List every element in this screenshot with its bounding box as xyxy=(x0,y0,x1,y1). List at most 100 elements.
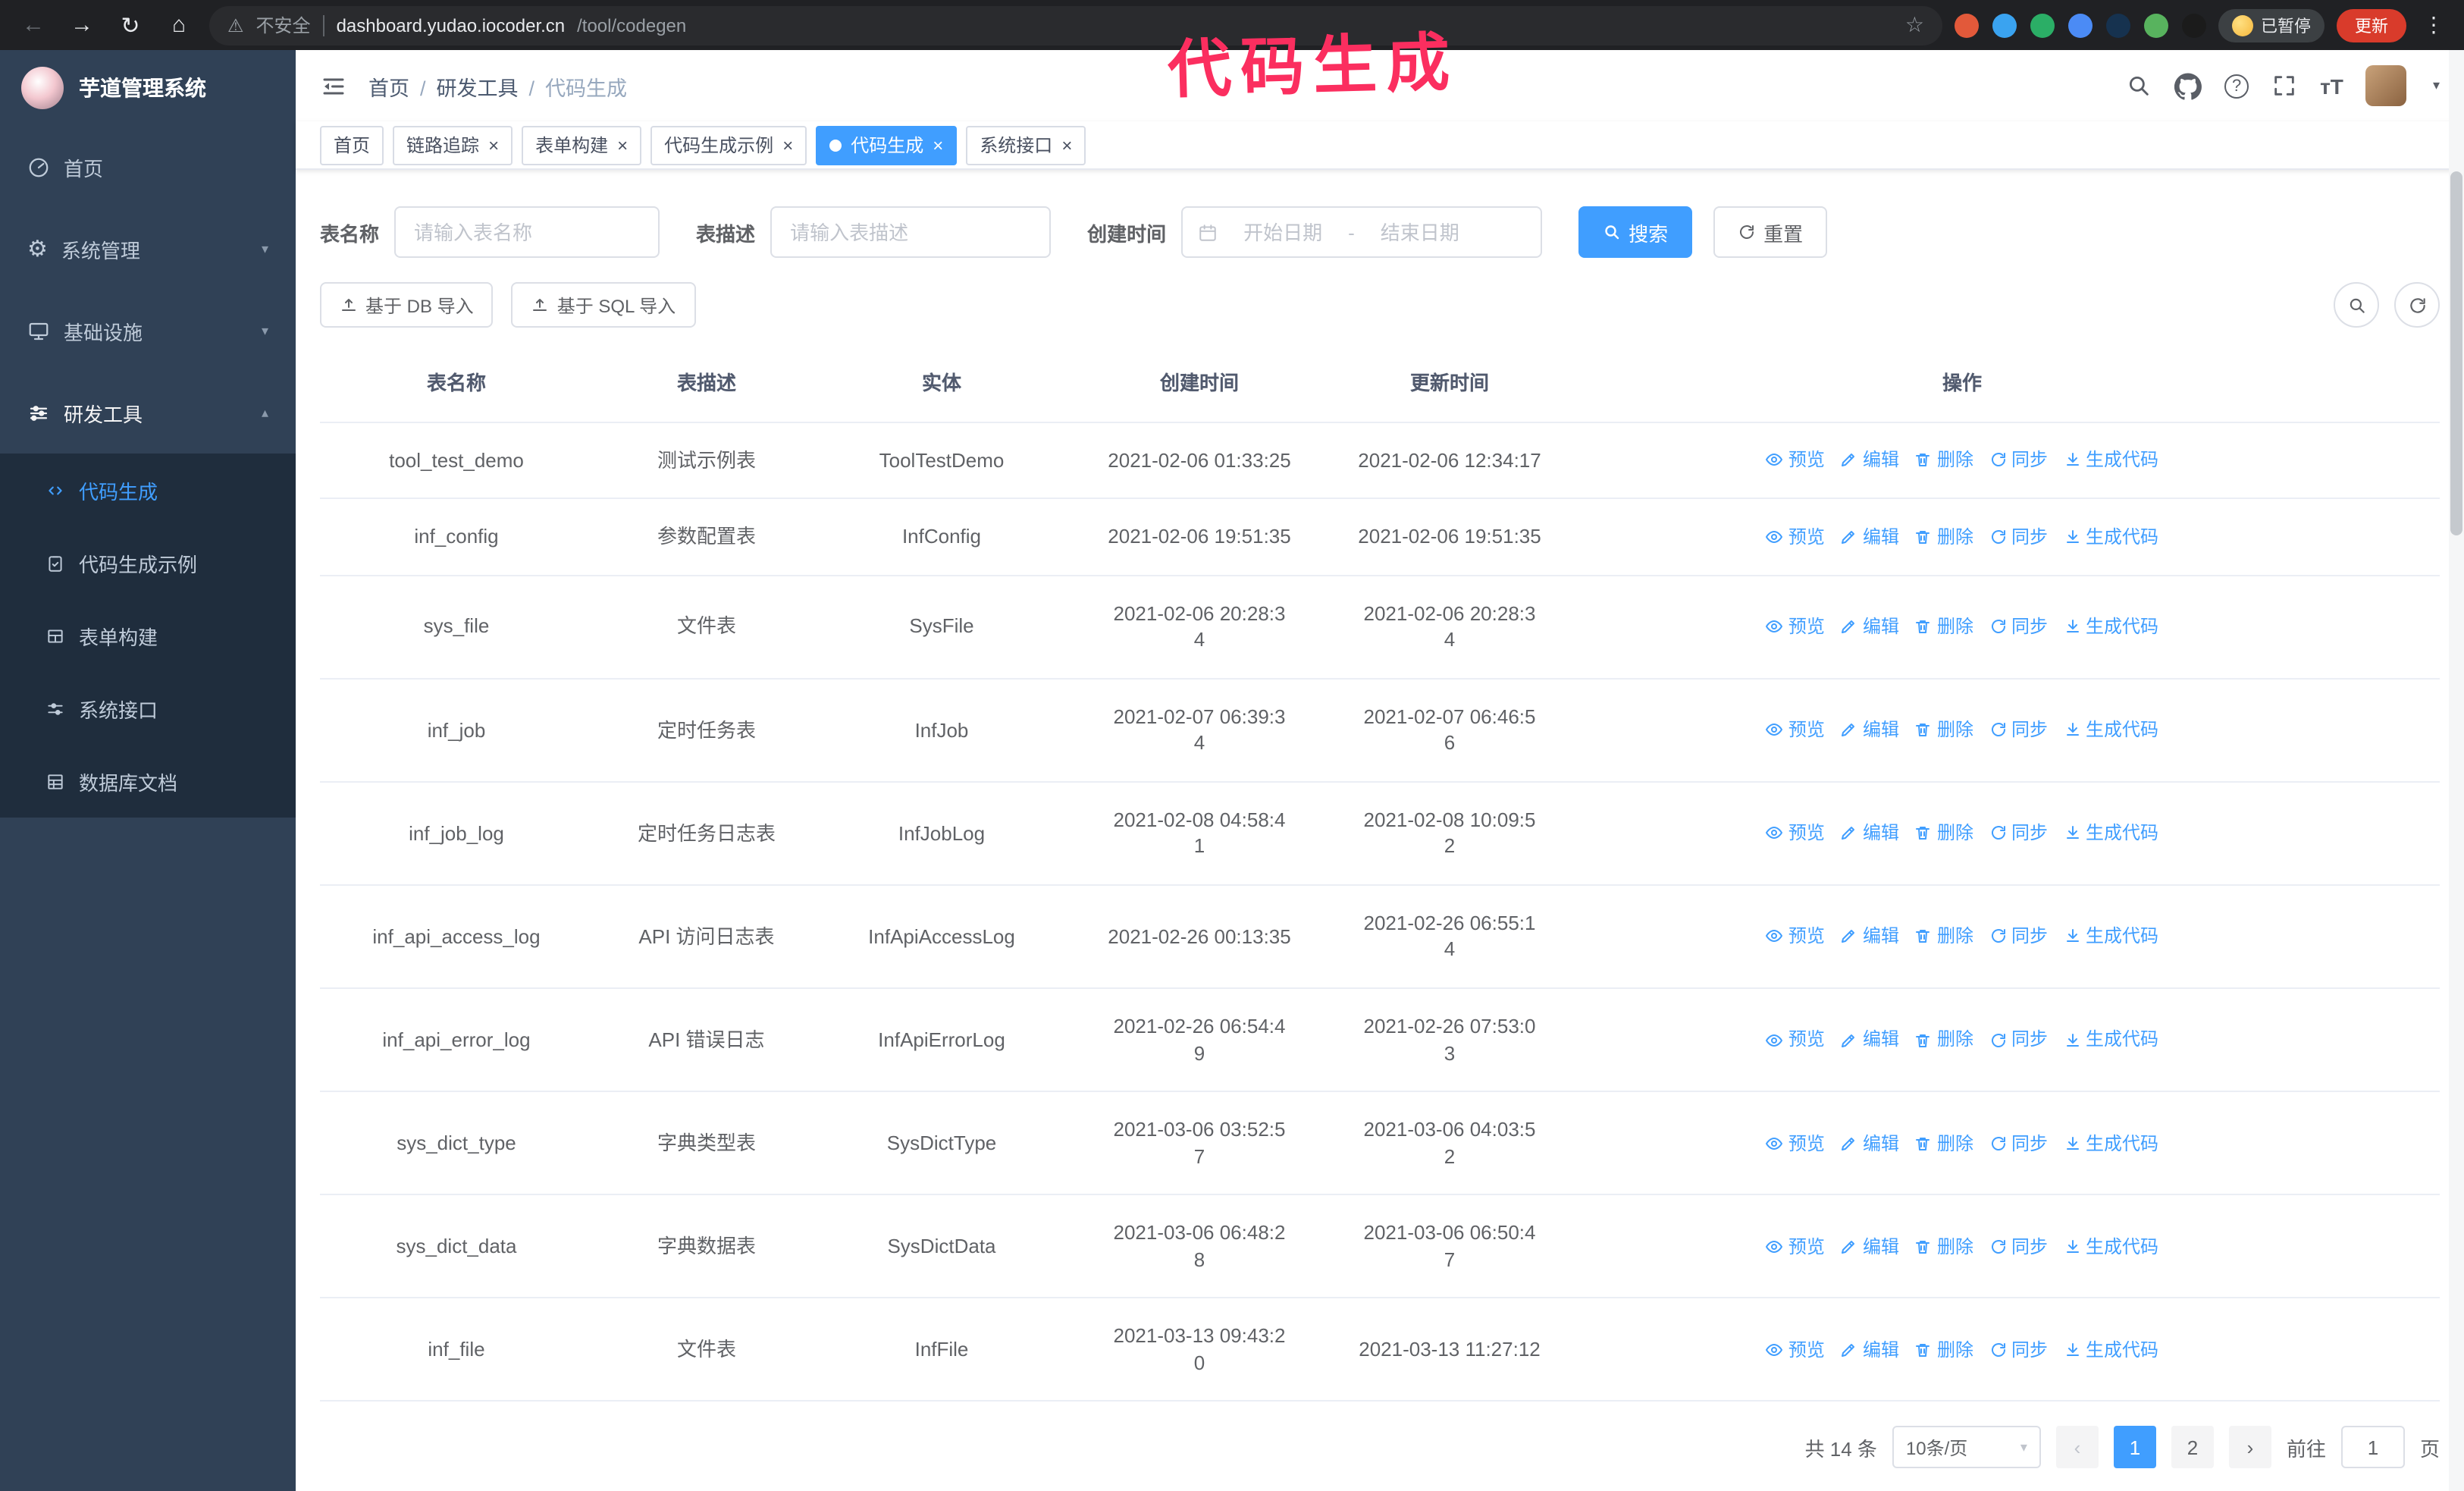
close-icon[interactable] xyxy=(1061,136,1072,154)
edit-link[interactable]: 编辑 xyxy=(1840,1234,1899,1258)
browser-forward-icon[interactable]: → xyxy=(64,7,100,43)
address-bar[interactable]: ⚠ 不安全 dashboard.yudao.iocoder.cn/tool/co… xyxy=(209,5,1942,45)
sync-link[interactable]: 同步 xyxy=(1989,717,2048,742)
generate-code-link[interactable]: 生成代码 xyxy=(2063,717,2158,742)
preview-link[interactable]: 预览 xyxy=(1766,1131,1825,1155)
import-db-button[interactable]: 基于 DB 导入 xyxy=(320,282,494,328)
preview-link[interactable]: 预览 xyxy=(1766,447,1825,472)
bookmark-star-icon[interactable]: ☆ xyxy=(1905,12,1924,38)
sync-link[interactable]: 同步 xyxy=(1989,1338,2048,1362)
preview-link[interactable]: 预览 xyxy=(1766,924,1825,949)
sidebar-item-form-builder[interactable]: 表单构建 xyxy=(0,599,296,672)
browser-reload-icon[interactable]: ↻ xyxy=(112,7,149,43)
edit-link[interactable]: 编辑 xyxy=(1840,821,1899,846)
sync-link[interactable]: 同步 xyxy=(1989,614,2048,639)
prev-page-button[interactable]: ‹ xyxy=(2055,1426,2099,1469)
extension-icon[interactable] xyxy=(2030,13,2055,37)
preview-link[interactable]: 预览 xyxy=(1766,1028,1825,1052)
sync-link[interactable]: 同步 xyxy=(1989,821,2048,846)
sidebar-item-dev-tools[interactable]: 研发工具 ▴ xyxy=(0,372,296,454)
sidebar-collapse-icon[interactable] xyxy=(320,72,347,99)
start-date-input[interactable] xyxy=(1227,209,1340,255)
browser-menu-icon[interactable]: ⋮ xyxy=(2419,12,2449,38)
sync-link[interactable]: 同步 xyxy=(1989,1234,2048,1258)
generate-code-link[interactable]: 生成代码 xyxy=(2063,1028,2158,1052)
tab-system-api[interactable]: 系统接口 xyxy=(966,125,1086,165)
search-button[interactable]: 搜索 xyxy=(1578,206,1693,258)
edit-link[interactable]: 编辑 xyxy=(1840,447,1899,472)
page-scrollbar[interactable] xyxy=(2449,50,2464,1491)
puzzle-icon[interactable] xyxy=(2182,13,2206,37)
close-icon[interactable] xyxy=(488,136,499,154)
delete-link[interactable]: 删除 xyxy=(1914,924,1973,949)
tab-home[interactable]: 首页 xyxy=(320,125,384,165)
generate-code-link[interactable]: 生成代码 xyxy=(2063,447,2158,472)
browser-update-button[interactable]: 更新 xyxy=(2337,8,2406,42)
page-size-select[interactable]: 10条/页 ▾ xyxy=(1892,1426,2041,1469)
sync-link[interactable]: 同步 xyxy=(1989,525,2048,549)
delete-link[interactable]: 删除 xyxy=(1914,1338,1973,1362)
edit-link[interactable]: 编辑 xyxy=(1840,1131,1899,1155)
close-icon[interactable] xyxy=(782,136,793,154)
close-icon[interactable] xyxy=(617,136,628,154)
generate-code-link[interactable]: 生成代码 xyxy=(2063,525,2158,549)
github-icon[interactable] xyxy=(2174,72,2202,99)
sync-link[interactable]: 同步 xyxy=(1989,447,2048,472)
browser-home-icon[interactable]: ⌂ xyxy=(161,7,197,43)
preview-link[interactable]: 预览 xyxy=(1766,614,1825,639)
generate-code-link[interactable]: 生成代码 xyxy=(2063,1338,2158,1362)
edit-link[interactable]: 编辑 xyxy=(1840,717,1899,742)
delete-link[interactable]: 删除 xyxy=(1914,1028,1973,1052)
user-avatar[interactable] xyxy=(2365,65,2407,106)
extension-icon[interactable] xyxy=(1992,13,2017,37)
delete-link[interactable]: 删除 xyxy=(1914,525,1973,549)
tab-trace[interactable]: 链路追踪 xyxy=(393,125,513,165)
browser-back-icon[interactable]: ← xyxy=(15,7,52,43)
delete-link[interactable]: 删除 xyxy=(1914,1234,1973,1258)
sync-link[interactable]: 同步 xyxy=(1989,1131,2048,1155)
sync-link[interactable]: 同步 xyxy=(1989,1028,2048,1052)
next-page-button[interactable]: › xyxy=(2228,1426,2271,1469)
preview-link[interactable]: 预览 xyxy=(1766,1338,1825,1362)
sidebar-item-system-api[interactable]: 系统接口 xyxy=(0,672,296,745)
preview-link[interactable]: 预览 xyxy=(1766,717,1825,742)
table-name-input[interactable] xyxy=(394,206,660,258)
breadcrumb-dev-tools[interactable]: 研发工具 xyxy=(437,71,546,101)
delete-link[interactable]: 删除 xyxy=(1914,1131,1973,1155)
import-sql-button[interactable]: 基于 SQL 导入 xyxy=(511,282,696,328)
help-icon[interactable]: ? xyxy=(2224,74,2249,98)
table-desc-input[interactable] xyxy=(770,206,1052,258)
generate-code-link[interactable]: 生成代码 xyxy=(2063,614,2158,639)
extension-icon[interactable] xyxy=(2106,13,2130,37)
edit-link[interactable]: 编辑 xyxy=(1840,924,1899,949)
sidebar-item-db-doc[interactable]: 数据库文档 xyxy=(0,745,296,818)
sidebar-item-home[interactable]: 首页 xyxy=(0,126,296,208)
tab-form-builder[interactable]: 表单构建 xyxy=(522,125,642,165)
edit-link[interactable]: 编辑 xyxy=(1840,525,1899,549)
page-button-1[interactable]: 1 xyxy=(2113,1426,2156,1469)
extension-icon[interactable] xyxy=(2068,13,2093,37)
profile-paused-badge[interactable]: 已暂停 xyxy=(2218,8,2324,42)
preview-link[interactable]: 预览 xyxy=(1766,821,1825,846)
preview-link[interactable]: 预览 xyxy=(1766,525,1825,549)
search-icon[interactable] xyxy=(2126,73,2152,99)
delete-link[interactable]: 删除 xyxy=(1914,821,1973,846)
breadcrumb-home[interactable]: 首页 xyxy=(368,71,437,101)
font-size-icon[interactable]: тT xyxy=(2320,74,2343,98)
tab-codegen-example[interactable]: 代码生成示例 xyxy=(650,125,807,165)
edit-link[interactable]: 编辑 xyxy=(1840,1338,1899,1362)
tab-codegen[interactable]: 代码生成 xyxy=(816,125,958,165)
toggle-search-button[interactable] xyxy=(2334,282,2379,328)
date-range-picker[interactable]: - xyxy=(1181,206,1543,258)
refresh-table-button[interactable] xyxy=(2394,282,2440,328)
delete-link[interactable]: 删除 xyxy=(1914,717,1973,742)
scrollbar-thumb[interactable] xyxy=(2450,171,2462,535)
fullscreen-icon[interactable] xyxy=(2271,73,2297,99)
page-button-2[interactable]: 2 xyxy=(2171,1426,2214,1469)
avatar-caret-icon[interactable]: ▾ xyxy=(2433,77,2440,94)
generate-code-link[interactable]: 生成代码 xyxy=(2063,821,2158,846)
end-date-input[interactable] xyxy=(1363,209,1476,255)
edit-link[interactable]: 编辑 xyxy=(1840,1028,1899,1052)
extension-icon[interactable] xyxy=(2144,13,2168,37)
close-icon[interactable] xyxy=(933,136,943,154)
